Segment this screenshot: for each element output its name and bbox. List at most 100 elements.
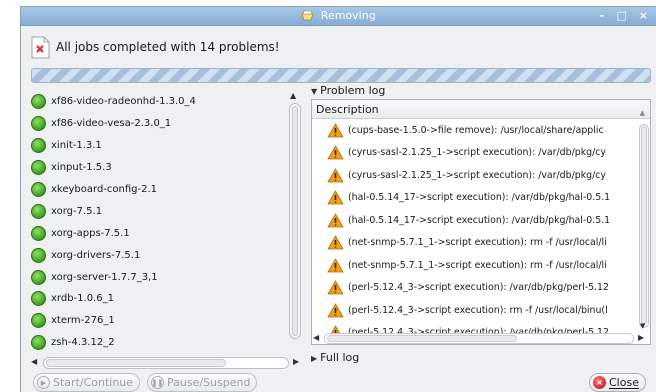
package-row[interactable]: xrdb-1.0.6_1 <box>31 288 285 310</box>
close-circle-icon: × <box>593 376 606 389</box>
problem-log-table: Description ▲ (cups-base-1.5.0->file rem… <box>311 99 651 345</box>
problem-log-vscrollbar[interactable]: ▼ <box>638 120 650 332</box>
warning-triangle-icon <box>327 212 344 228</box>
pause-icon: ❚❚ <box>151 376 164 389</box>
green-circle-icon <box>31 116 46 132</box>
problem-log-heading: Problem log <box>320 84 386 97</box>
green-circle-icon <box>31 335 46 351</box>
trash-icon <box>301 10 314 21</box>
title-bar[interactable]: Removing – □ × <box>21 7 656 26</box>
scroll-left-arrow-icon[interactable]: ◀ <box>31 357 37 366</box>
problem-log-row[interactable]: (cyrus-sasl-2.1.25_1->script execution):… <box>312 142 650 165</box>
scroll-thumb[interactable] <box>292 106 298 336</box>
pause-suspend-button[interactable]: ❚❚ Pause/Suspend <box>147 373 258 392</box>
package-row[interactable]: zsh-4.3.12_2 <box>31 332 285 354</box>
green-circle-icon <box>31 225 46 241</box>
package-name: xrdb-1.0.6_1 <box>51 293 114 305</box>
scroll-down-arrow-icon[interactable]: ▼ <box>640 322 645 330</box>
package-name: xf86-video-radeonhd-1.3.0_4 <box>51 96 196 108</box>
close-label: Close <box>609 376 639 389</box>
warning-triangle-icon <box>327 280 344 295</box>
green-circle-icon <box>31 247 46 263</box>
problem-log-row[interactable]: (net-snmp-5.7.1_1->script execution): rm… <box>312 232 650 255</box>
scroll-thumb[interactable] <box>327 335 517 342</box>
package-row[interactable]: xinit-1.3.1 <box>31 135 285 157</box>
package-name: xinput-1.5.3 <box>51 162 112 174</box>
package-row[interactable]: xorg-apps-7.5.1 <box>31 222 285 244</box>
column-header-label: Description <box>316 103 379 116</box>
package-row[interactable]: xorg-drivers-7.5.1 <box>31 244 285 266</box>
warning-triangle-icon <box>327 145 344 160</box>
problem-log-rows: (cups-base-1.5.0->file remove): /usr/loc… <box>312 119 650 344</box>
problem-description: (cyrus-sasl-2.1.25_1->script execution):… <box>348 147 606 159</box>
green-circle-icon <box>31 138 46 154</box>
package-name: xkeyboard-config-2.1 <box>51 184 158 195</box>
package-name: xorg-apps-7.5.1 <box>51 227 130 239</box>
package-row[interactable]: xterm-276_1 <box>31 310 285 332</box>
problem-log-row[interactable]: (perl-5.12.4_3->script execution): /var/… <box>312 277 650 300</box>
warning-triangle-icon <box>327 235 344 250</box>
package-row[interactable]: xorg-server-1.7.7_3,1 <box>31 266 285 288</box>
scroll-right-arrow-icon[interactable]: ▶ <box>293 357 299 366</box>
scroll-thumb[interactable] <box>641 126 647 324</box>
play-icon: ▶ <box>37 376 50 389</box>
problem-log-row[interactable]: (net-snmp-5.7.1_1->script execution): rm… <box>312 254 650 277</box>
green-circle-icon <box>31 269 46 285</box>
green-circle-icon <box>31 160 46 176</box>
error-document-icon <box>31 36 50 58</box>
problem-log-hscrollbar[interactable]: ◀ ▶ <box>312 332 650 344</box>
start-continue-label: Start/Continue <box>53 376 134 389</box>
package-row[interactable]: xf86-video-radeonhd-1.3.0_4 <box>31 91 285 113</box>
warning-triangle-icon <box>327 302 344 318</box>
package-row[interactable]: xorg-7.5.1 <box>31 200 285 222</box>
problem-log-row[interactable]: (perl-5.12.4_3->script execution): rm -f… <box>312 299 650 322</box>
green-circle-icon <box>31 203 46 219</box>
problem-description: (perl-5.12.4_3->script execution): rm -f… <box>348 304 608 316</box>
full-log-heading: Full log <box>320 351 360 364</box>
maximize-button[interactable]: □ <box>617 9 627 22</box>
package-name: xorg-7.5.1 <box>51 205 103 217</box>
problem-description: (perl-5.12.4_3->script execution): /var/… <box>348 282 609 294</box>
green-circle-icon <box>31 291 46 307</box>
start-continue-button[interactable]: ▶ Start/Continue <box>33 373 141 392</box>
problem-log-row[interactable]: (cyrus-sasl-2.1.25_1->script execution):… <box>312 164 650 187</box>
green-circle-icon <box>31 182 46 197</box>
problem-log-expander[interactable]: ▼ Problem log <box>311 84 385 97</box>
full-log-expander[interactable]: ▶ Full log <box>311 351 359 364</box>
scroll-up-arrow-icon[interactable]: ▲ <box>290 91 296 100</box>
problem-log-row[interactable]: (hal-0.5.14_17->script execution): /var/… <box>312 187 650 210</box>
package-name: xorg-drivers-7.5.1 <box>51 249 141 261</box>
package-row[interactable]: xkeyboard-config-2.1 <box>31 179 285 201</box>
package-list-vscrollbar[interactable]: ▲ <box>287 91 303 355</box>
scroll-left-arrow-icon[interactable]: ◀ <box>313 333 319 342</box>
green-circle-icon <box>31 313 46 329</box>
status-row: All jobs completed with 14 problems! <box>31 34 280 60</box>
problem-description: (hal-0.5.14_17->script execution): /var/… <box>348 192 611 204</box>
problem-description: (cyrus-sasl-2.1.25_1->script execution):… <box>348 169 606 181</box>
warning-triangle-icon <box>327 257 344 273</box>
warning-triangle-icon <box>327 190 344 205</box>
progress-bar <box>31 68 651 83</box>
removing-window: Removing – □ × All jobs completed with 1… <box>20 6 656 392</box>
package-list-hscrollbar[interactable]: ◀ ▶ <box>31 356 303 370</box>
problem-log-row[interactable]: (cups-base-1.5.0->file remove): /usr/loc… <box>312 119 650 142</box>
package-list[interactable]: xf86-video-radeonhd-1.3.0_4 xf86-video-ve… <box>31 91 285 355</box>
collapsed-arrow-icon: ▶ <box>311 354 318 363</box>
package-name: xinit-1.3.1 <box>51 140 102 152</box>
problem-description: (cups-base-1.5.0->file remove): /usr/loc… <box>348 124 604 136</box>
package-row[interactable]: xinput-1.5.3 <box>31 157 285 179</box>
problem-log-row[interactable]: (hal-0.5.14_17->script execution): /var/… <box>312 209 650 232</box>
green-circle-icon <box>31 94 46 110</box>
scroll-right-arrow-icon[interactable]: ▶ <box>638 333 644 342</box>
package-name: xorg-server-1.7.7_3,1 <box>51 271 158 283</box>
status-message: All jobs completed with 14 problems! <box>56 40 280 54</box>
close-window-button[interactable]: × <box>639 9 648 22</box>
minimize-button[interactable]: – <box>599 9 605 22</box>
package-row[interactable]: xf86-video-vesa-2.3.0_1 <box>31 113 285 135</box>
problem-description: (net-snmp-5.7.1_1->script execution): rm… <box>348 259 607 271</box>
close-button[interactable]: × Close <box>589 373 646 392</box>
description-column-header[interactable]: Description ▲ <box>312 100 650 119</box>
scroll-thumb[interactable] <box>46 359 226 367</box>
package-name: xf86-video-vesa-2.3.0_1 <box>51 118 172 130</box>
package-name: xterm-276_1 <box>51 315 115 327</box>
